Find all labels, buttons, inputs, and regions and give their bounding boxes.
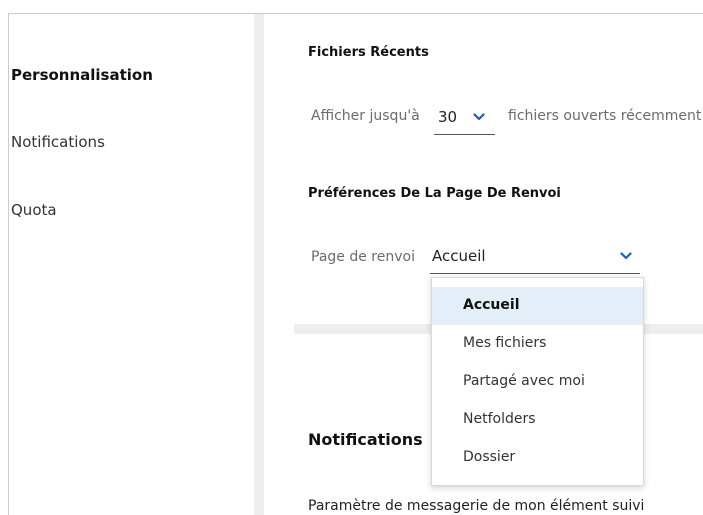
chevron-down-icon bbox=[473, 113, 485, 121]
landing-page-dropdown-menu: Accueil Mes fichiers Partagé avec moi Ne… bbox=[431, 277, 644, 486]
chevron-down-icon bbox=[620, 252, 632, 260]
dropdown-option-partage-avec-moi[interactable]: Partagé avec moi bbox=[432, 363, 643, 401]
notifications-heading: Notifications bbox=[308, 430, 423, 449]
recent-files-title: Fichiers Récents bbox=[308, 45, 429, 60]
recent-count-value: 30 bbox=[438, 108, 458, 126]
dropdown-option-accueil[interactable]: Accueil bbox=[432, 287, 643, 325]
dropdown-option-netfolders[interactable]: Netfolders bbox=[432, 401, 643, 439]
sidebar-item-quota[interactable]: Quota bbox=[11, 201, 57, 219]
landing-page-value: Accueil bbox=[432, 247, 486, 265]
recent-count-select[interactable]: 30 bbox=[434, 107, 495, 135]
email-setting-label: Paramètre de messagerie de mon élément s… bbox=[308, 498, 645, 514]
settings-sidebar: Personnalisation Notifications Quota bbox=[9, 14, 254, 515]
show-up-to-label: Afficher jusqu'à bbox=[311, 108, 420, 124]
landing-page-select[interactable]: Accueil bbox=[430, 247, 640, 274]
dropdown-option-dossier[interactable]: Dossier bbox=[432, 439, 643, 477]
sidebar-divider bbox=[254, 14, 264, 515]
recent-files-suffix-label: fichiers ouverts récemment bbox=[508, 108, 702, 124]
sidebar-item-notifications[interactable]: Notifications bbox=[11, 133, 105, 151]
sidebar-item-personnalisation[interactable]: Personnalisation bbox=[11, 66, 153, 84]
settings-window: Personnalisation Notifications Quota Fic… bbox=[0, 0, 703, 515]
landing-page-label: Page de renvoi bbox=[311, 249, 415, 265]
dropdown-option-mes-fichiers[interactable]: Mes fichiers bbox=[432, 325, 643, 363]
landing-page-title: Préférences De La Page De Renvoi bbox=[308, 186, 561, 201]
